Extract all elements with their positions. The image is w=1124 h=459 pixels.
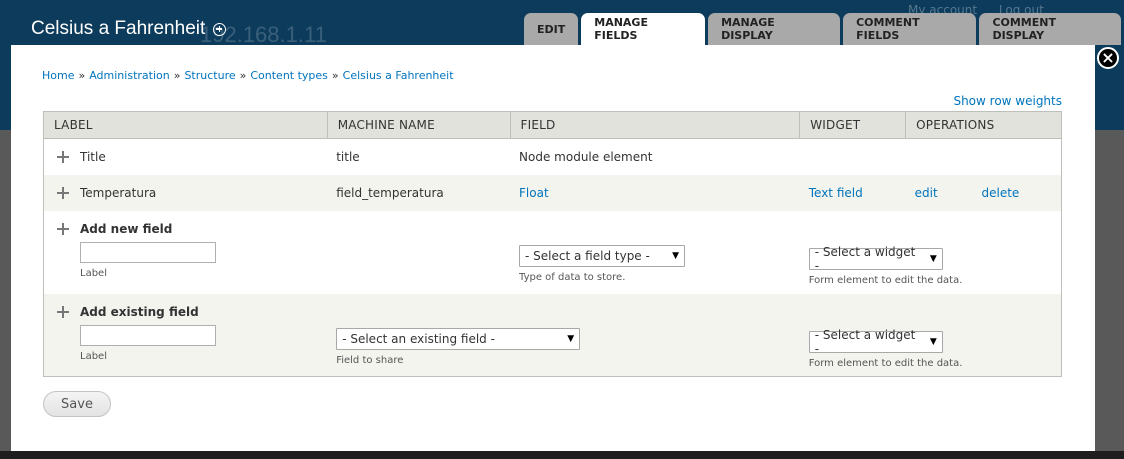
chevron-down-icon: ▼ <box>672 250 680 261</box>
tab-edit[interactable]: EDIT <box>524 13 579 45</box>
drag-handle-icon[interactable] <box>57 306 69 318</box>
add-new-field-row: Add new field Label - Select a field typ… <box>43 210 1062 294</box>
existing-field-label-help: Label <box>80 350 107 362</box>
header-widget: WIDGET <box>799 111 907 139</box>
row-label: Temperatura <box>80 185 157 200</box>
page-title: Celsius a Fahrenheit <box>31 18 206 39</box>
add-shortcut-icon[interactable] <box>213 22 227 36</box>
show-row-weights-link[interactable]: Show row weights <box>953 94 1062 108</box>
edit-link[interactable]: edit <box>915 186 938 200</box>
new-field-widget-help: Form element to edit the data. <box>808 274 963 286</box>
add-existing-field-row: Add existing field Label - Select an exi… <box>43 293 1062 377</box>
delete-link[interactable]: delete <box>982 186 1020 200</box>
table-header-row: LABEL MACHINE NAME FIELD WIDGET OPERATIO… <box>43 111 1062 139</box>
background-footer <box>0 451 1124 459</box>
breadcrumb-separator: » <box>331 69 339 82</box>
row-operations: edit delete <box>906 175 1062 211</box>
drag-handle-icon[interactable] <box>57 223 69 235</box>
save-button[interactable]: Save <box>43 391 111 417</box>
close-icon: × <box>1101 48 1115 67</box>
field-type-select-value: - Select a field type - <box>525 248 650 263</box>
existing-field-widget-select[interactable]: - Select a widget - ▼ <box>808 327 943 356</box>
add-existing-field-title: Add existing field <box>80 304 199 319</box>
overlay-title: Celsius a Fahrenheit <box>31 18 227 40</box>
tab-manage-display[interactable]: MANAGE DISPLAY <box>708 13 841 45</box>
chevron-down-icon: ▼ <box>929 336 937 347</box>
close-overlay-button[interactable]: × <box>1097 47 1119 69</box>
widget-select-value: - Select a widget - <box>814 244 916 273</box>
row-machine-name: title <box>336 149 360 164</box>
existing-field-label-input[interactable] <box>80 324 216 346</box>
row-label: Title <box>80 149 106 164</box>
widget-select-value: - Select a widget - <box>814 327 916 356</box>
breadcrumb-separator: » <box>173 69 181 82</box>
breadcrumb-content-types[interactable]: Content types <box>250 69 328 82</box>
field-type-select[interactable]: - Select a field type - ▼ <box>519 244 686 267</box>
table-row: Title title Node module element <box>43 138 1062 175</box>
tab-manage-fields[interactable]: MANAGE FIELDS <box>581 13 706 45</box>
overlay-panel: Home» Administration» Structure» Content ty… <box>11 45 1095 451</box>
row-machine-name: field_temperatura <box>336 185 444 200</box>
field-type-help: Type of data to store. <box>519 271 626 283</box>
widget-link[interactable]: Text field <box>809 186 863 200</box>
breadcrumb-structure[interactable]: Structure <box>184 69 235 82</box>
breadcrumb-separator: » <box>239 69 247 82</box>
field-type-link[interactable]: Float <box>519 186 549 200</box>
row-field: Node module element <box>519 149 653 164</box>
header-label: LABEL <box>43 111 328 139</box>
tab-bar: EDIT MANAGE FIELDS MANAGE DISPLAY COMMEN… <box>524 13 1124 45</box>
header-operations: OPERATIONS <box>905 111 1062 139</box>
breadcrumb-current[interactable]: Celsius a Fahrenheit <box>343 69 454 82</box>
table-row: Temperatura field_temperatura Float Text… <box>43 174 1062 211</box>
breadcrumb-home[interactable]: Home <box>42 69 74 82</box>
drag-handle-icon[interactable] <box>57 187 69 199</box>
breadcrumb-separator: » <box>78 69 86 82</box>
existing-field-help: Field to share <box>336 354 404 366</box>
drag-handle-icon[interactable] <box>57 151 69 164</box>
chevron-down-icon: ▼ <box>567 333 575 344</box>
chevron-down-icon: ▼ <box>929 253 937 264</box>
tab-comment-display[interactable]: COMMENT DISPLAY <box>979 13 1121 45</box>
row-operations <box>906 139 1062 175</box>
new-field-label-help: Label <box>80 267 107 279</box>
existing-field-select-value: - Select an existing field - <box>342 331 495 346</box>
header-field: FIELD <box>510 111 801 139</box>
add-new-field-title: Add new field <box>80 221 173 236</box>
row-widget <box>800 139 906 175</box>
new-field-widget-select[interactable]: - Select a widget - ▼ <box>808 244 943 273</box>
existing-field-select[interactable]: - Select an existing field - ▼ <box>336 327 581 350</box>
tab-comment-fields[interactable]: COMMENT FIELDS <box>843 13 977 45</box>
header-machine-name: MACHINE NAME <box>327 111 511 139</box>
breadcrumb: Home» Administration» Structure» Content ty… <box>42 69 454 82</box>
fields-table: LABEL MACHINE NAME FIELD WIDGET OPERATIO… <box>43 111 1062 377</box>
new-field-label-input[interactable] <box>80 241 216 263</box>
existing-field-widget-help: Form element to edit the data. <box>808 357 963 369</box>
breadcrumb-administration[interactable]: Administration <box>89 69 170 82</box>
